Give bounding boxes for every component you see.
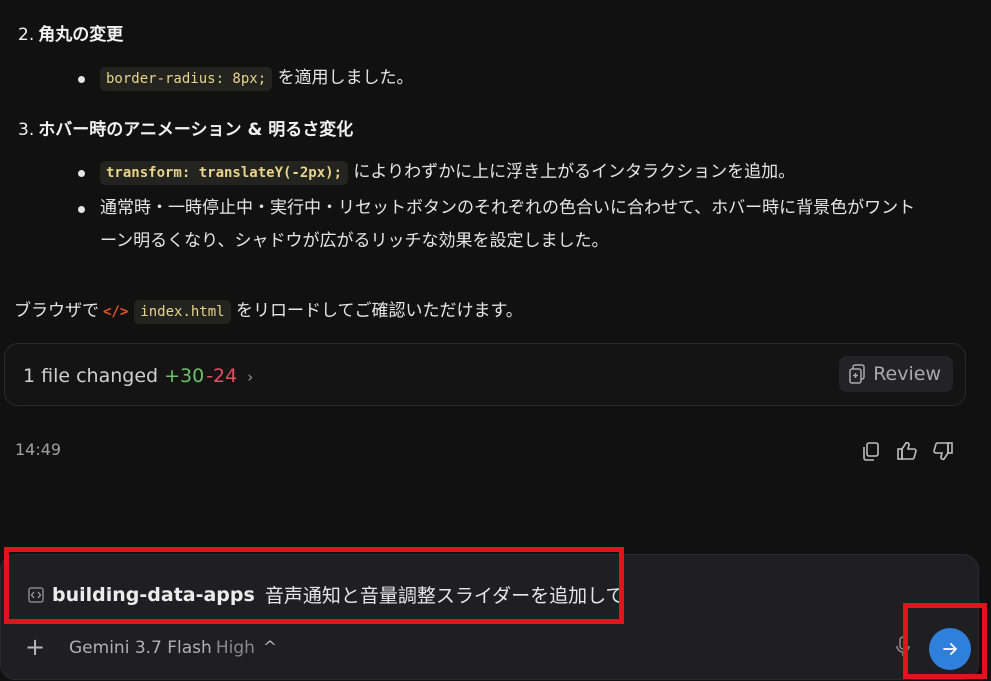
- copy-icon[interactable]: [860, 440, 882, 462]
- bullet-hover: 通常時・一時停止中・実行中・リセットボタンのそれぞれの色合いに合わせて、ホバー時…: [78, 192, 958, 258]
- files-changed-summary[interactable]: 1 file changed +30 -24 ›: [23, 365, 253, 387]
- html-icon: </>: [103, 304, 129, 320]
- chevron-right-icon: ›: [247, 368, 254, 386]
- message-timestamp: 14:49: [15, 440, 62, 459]
- thumbs-up-icon[interactable]: [896, 440, 918, 462]
- chevron-up-icon: ^: [262, 638, 278, 658]
- inline-code: transform: translateY(-2px);: [100, 161, 349, 185]
- bullet-dot: [78, 170, 85, 177]
- bullet-dot: [78, 76, 85, 83]
- file-link[interactable]: index.html: [134, 300, 231, 324]
- reload-paragraph: ブラウザで </> index.html をリロードしてご確認いただけます。: [14, 296, 523, 324]
- message-actions: [860, 440, 954, 462]
- bullet-transform: transform: translateY(-2px); によりわずかに上に浮き…: [78, 156, 958, 190]
- section-heading-3: 3. ホバー時のアニメーション & 明るさ変化: [18, 120, 354, 140]
- chat-view: 2. 角丸の変更 border-radius: 8px; を適用しました。 3. ホ…: [0, 0, 991, 681]
- highlight-box-input: [4, 547, 624, 624]
- highlight-box-send: [903, 603, 987, 679]
- lines-added: +30: [164, 365, 205, 387]
- add-attachment-button[interactable]: +: [25, 635, 45, 659]
- model-selector[interactable]: Gemini 3.7 Flash High ^: [69, 638, 277, 658]
- review-button[interactable]: Review: [839, 356, 953, 392]
- bullet-border-radius: border-radius: 8px; を適用しました。: [78, 62, 958, 96]
- thumbs-down-icon[interactable]: [932, 440, 954, 462]
- lines-removed: -24: [206, 365, 238, 387]
- bullet-dot: [78, 206, 85, 213]
- review-icon: [849, 364, 865, 384]
- files-changed-card[interactable]: 1 file changed +30 -24 › Review: [4, 343, 966, 406]
- inline-code: border-radius: 8px;: [100, 67, 273, 91]
- section-heading-2: 2. 角丸の変更: [18, 25, 124, 45]
